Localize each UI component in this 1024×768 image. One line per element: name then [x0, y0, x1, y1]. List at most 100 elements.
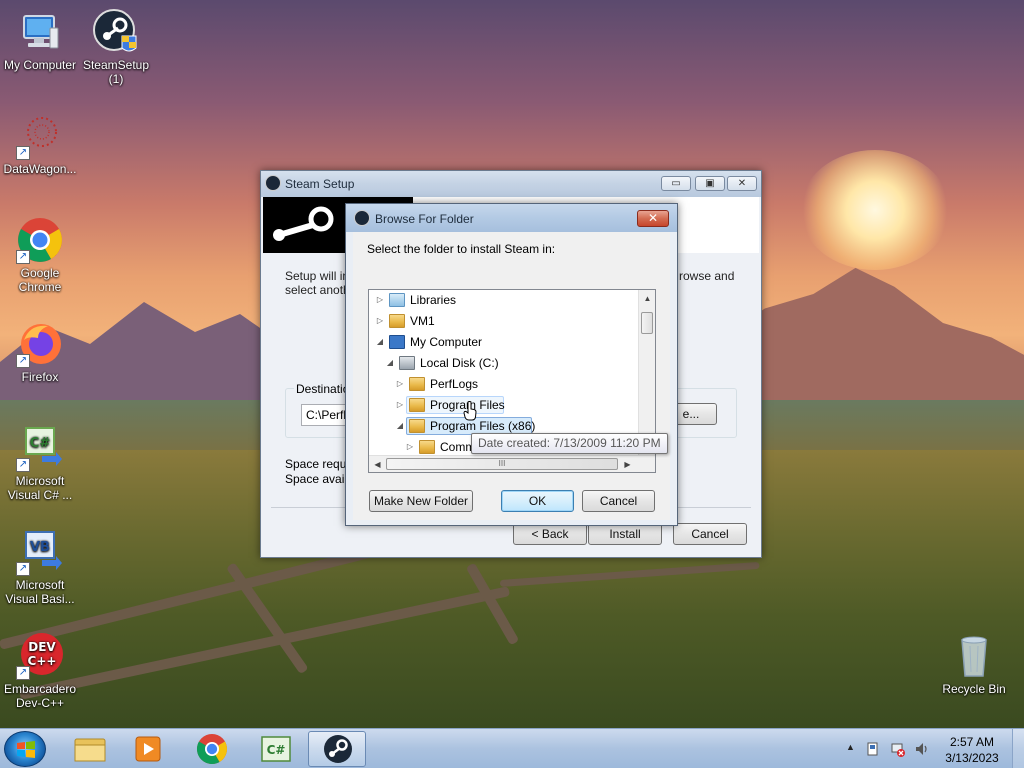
cancel-button[interactable]: Cancel [582, 490, 655, 512]
start-button[interactable] [4, 731, 46, 767]
desktop-icon-visual-basic[interactable]: VB ↗ Microsoft Visual Basi... [0, 528, 80, 606]
shortcut-arrow-icon: ↗ [16, 562, 30, 576]
desktop-icon-label: Recycle Bin [942, 682, 1006, 696]
computer-icon [389, 335, 405, 349]
cancel-button[interactable]: Cancel [673, 523, 747, 545]
install-button[interactable]: Install [588, 523, 662, 545]
desktop-icon-label: Google Chrome [18, 266, 62, 294]
desktop-icon-devcpp[interactable]: DEV C++ ↗ Embarcadero Dev-C++ [0, 632, 80, 710]
browse-dialog-titlebar[interactable]: Browse For Folder ✕ [346, 204, 677, 232]
desktop-icon-google-chrome[interactable]: ↗ Google Chrome [0, 216, 80, 294]
taskbar-item-visual-csharp[interactable]: C# [248, 731, 304, 767]
windows-logo-icon [17, 741, 35, 758]
browse-for-folder-dialog[interactable]: Browse For Folder ✕ Select the folder to… [345, 203, 678, 526]
scroll-up-arrow-icon[interactable]: ▲ [639, 290, 655, 307]
tree-item-label: VM1 [410, 314, 435, 328]
folder-icon [409, 377, 425, 391]
recycle-bin-icon [950, 632, 998, 680]
shortcut-arrow-icon: ↗ [16, 146, 30, 160]
tree-item-my-computer[interactable]: ◢ My Computer [369, 332, 639, 352]
show-hidden-icons-button[interactable]: ▲ [846, 742, 855, 768]
back-button[interactable]: < Back [513, 523, 587, 545]
minimize-button[interactable]: ▭ [661, 176, 691, 191]
collapse-arrow-icon[interactable]: ◢ [385, 353, 395, 373]
desktop-icon-label: Microsoft Visual Basi... [5, 578, 75, 606]
scroll-thumb[interactable] [641, 312, 653, 334]
desktop-icon-label: SteamSetup (1) [82, 58, 150, 86]
media-player-icon [135, 736, 161, 762]
visual-basic-icon: VB ↗ [16, 528, 64, 576]
scroll-right-arrow-icon[interactable]: ▶ [619, 456, 636, 472]
desktop-icon-steamsetup[interactable]: SteamSetup (1) [76, 8, 156, 86]
collapse-arrow-icon[interactable]: ◢ [375, 332, 385, 352]
datawagon-icon: ↗ [16, 112, 64, 160]
libraries-icon [389, 293, 405, 307]
action-center-flag-icon[interactable] [866, 741, 882, 757]
space-available-label: Space availa [285, 472, 354, 486]
make-new-folder-button[interactable]: Make New Folder [369, 490, 473, 512]
hand-cursor-icon [463, 401, 477, 421]
show-desktop-button[interactable] [1012, 729, 1024, 768]
desktop-icon-datawagon[interactable]: ↗ DataWagon... [0, 112, 80, 176]
tree-item-label: Local Disk (C:) [420, 356, 499, 370]
computer-icon [16, 8, 64, 56]
folder-icon [419, 440, 435, 454]
close-button[interactable]: ✕ [637, 210, 669, 227]
tree-item-perflogs[interactable]: ▷ PerfLogs [369, 374, 639, 394]
steam-setup-titlebar[interactable]: Steam Setup ▭ ▣ ✕ [261, 171, 761, 197]
devcpp-icon-badge-line-1: DEV [28, 640, 56, 654]
taskbar-item-chrome[interactable] [184, 731, 240, 767]
folder-icon [74, 738, 106, 762]
setup-description-line-2: select anoth [285, 283, 350, 297]
network-icon[interactable] [890, 741, 906, 757]
expand-arrow-icon[interactable]: ▷ [395, 395, 405, 415]
devcpp-icon: DEV C++ ↗ [16, 632, 64, 680]
firefox-icon: ↗ [16, 320, 64, 368]
desktop-icon-label: My Computer [3, 58, 77, 72]
desktop-icon-visual-csharp[interactable]: C# ↗ Microsoft Visual C# ... [0, 424, 80, 502]
taskbar-item-steam[interactable] [308, 731, 366, 767]
expand-arrow-icon[interactable]: ▷ [395, 374, 405, 394]
maximize-button[interactable]: ▣ [695, 176, 725, 191]
chrome-icon [196, 734, 228, 765]
taskbar-item-explorer[interactable] [62, 731, 118, 767]
visual-basic-icon-badge: VB [30, 540, 50, 555]
desktop-icon-label: DataWagon... [3, 162, 77, 176]
close-button[interactable]: ✕ [727, 176, 757, 191]
visual-csharp-icon: C# ↗ [16, 424, 64, 472]
folder-icon [409, 398, 425, 412]
tree-item-vm1[interactable]: ▷ VM1 [369, 311, 639, 331]
desktop-icon-label: Embarcadero Dev-C++ [3, 682, 77, 710]
tree-item-label: My Computer [410, 335, 483, 349]
horizontal-scrollbar[interactable]: ◀ III ▶ [369, 455, 655, 472]
desktop-icon-my-computer[interactable]: My Computer [0, 8, 80, 72]
steam-icon [354, 210, 370, 226]
shortcut-arrow-icon: ↗ [16, 354, 30, 368]
collapse-arrow-icon[interactable]: ◢ [395, 416, 405, 436]
shortcut-arrow-icon: ↗ [16, 250, 30, 264]
tree-item-libraries[interactable]: ▷ Libraries [369, 290, 639, 310]
desktop-icon-firefox[interactable]: ↗ Firefox [0, 320, 80, 384]
steam-icon [265, 175, 281, 191]
scroll-left-arrow-icon[interactable]: ◀ [369, 456, 386, 472]
vertical-scrollbar[interactable]: ▲ ▼ [638, 290, 655, 456]
desktop-icon-recycle-bin[interactable]: Recycle Bin [934, 632, 1014, 696]
system-clock[interactable]: 2:57 AM 3/13/2023 [936, 734, 1008, 766]
shortcut-arrow-icon: ↗ [16, 666, 30, 680]
tree-item-label: PerfLogs [430, 377, 479, 391]
tree-item-label: Libraries [410, 293, 457, 307]
volume-icon[interactable] [914, 741, 930, 757]
steam-icon [324, 735, 352, 763]
tree-item-program-files[interactable]: ▷ Program Files [369, 395, 639, 415]
expand-arrow-icon[interactable]: ▷ [375, 311, 385, 331]
tree-item-local-disk[interactable]: ◢ Local Disk (C:) [369, 353, 639, 373]
expand-arrow-icon[interactable]: ▷ [375, 290, 385, 310]
taskbar-item-media-player[interactable] [120, 731, 176, 767]
setup-description-right: rowse and [679, 269, 735, 283]
scroll-thumb[interactable]: III [386, 458, 618, 470]
clock-time: 2:57 AM [949, 735, 995, 749]
ok-button[interactable]: OK [501, 490, 574, 512]
expand-arrow-icon[interactable]: ▷ [405, 437, 415, 457]
desktop-icon-label: Firefox [21, 370, 59, 384]
taskbar-csharp-badge: C# [267, 743, 286, 757]
